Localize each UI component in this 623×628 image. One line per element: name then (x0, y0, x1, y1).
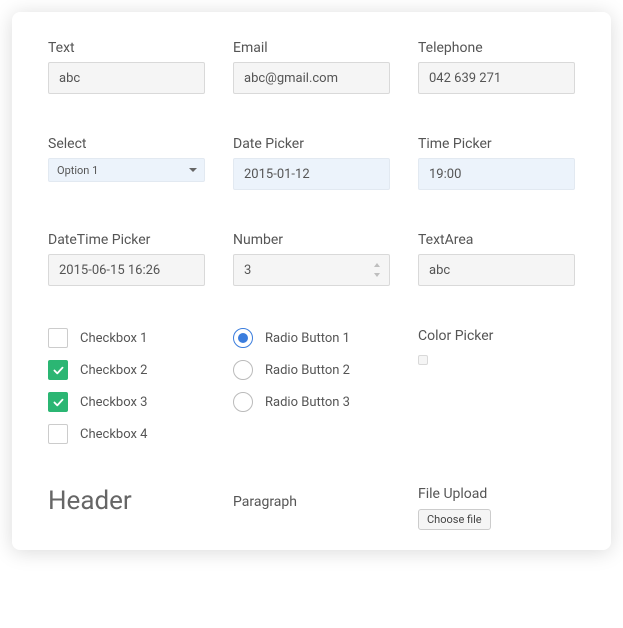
text-label: Text (48, 40, 205, 56)
datetime-picker-group: DateTime Picker (48, 232, 205, 286)
radio-circle[interactable] (233, 328, 253, 348)
checkbox-label: Checkbox 1 (80, 331, 147, 346)
checkbox-label: Checkbox 3 (80, 395, 147, 410)
radio-group: Radio Button 1 Radio Button 2 Radio Button… (233, 328, 390, 444)
time-picker-label: Time Picker (418, 136, 575, 152)
textarea-label: TextArea (418, 232, 575, 248)
row-5: Header Paragraph File Upload Choose file (48, 486, 575, 530)
radio-item-2[interactable]: Radio Button 2 (233, 360, 390, 380)
checkbox-label: Checkbox 2 (80, 363, 147, 378)
email-label: Email (233, 40, 390, 56)
date-picker-group: Date Picker (233, 136, 390, 190)
radio-item-1[interactable]: Radio Button 1 (233, 328, 390, 348)
radio-dot-icon (238, 333, 248, 343)
date-picker-label: Date Picker (233, 136, 390, 152)
time-picker-input[interactable] (418, 158, 575, 190)
row-4: Checkbox 1 Checkbox 2 Checkbox 3 Checkbox 4… (48, 328, 575, 444)
checkbox-box[interactable] (48, 424, 68, 444)
header-group: Header (48, 486, 205, 530)
checkbox-item-3[interactable]: Checkbox 3 (48, 392, 205, 412)
checkbox-label: Checkbox 4 (80, 427, 147, 442)
time-picker-group: Time Picker (418, 136, 575, 190)
checkbox-item-4[interactable]: Checkbox 4 (48, 424, 205, 444)
file-upload-label: File Upload (418, 486, 575, 502)
textarea-field-group: TextArea (418, 232, 575, 286)
text-input[interactable] (48, 62, 205, 94)
select-label: Select (48, 136, 205, 152)
select-field-group: Select Option 1 (48, 136, 205, 190)
color-picker-label: Color Picker (418, 328, 575, 344)
row-1: Text Email Telephone (48, 40, 575, 94)
paragraph-group: Paragraph (233, 486, 390, 530)
row-2: Select Option 1 Date Picker Time Picker (48, 136, 575, 190)
paragraph-text: Paragraph (233, 494, 390, 510)
color-picker-input[interactable] (418, 355, 428, 365)
header-text: Header (48, 486, 205, 516)
text-field-group: Text (48, 40, 205, 94)
checkbox-item-1[interactable]: Checkbox 1 (48, 328, 205, 348)
telephone-input[interactable] (418, 62, 575, 94)
checkbox-box[interactable] (48, 360, 68, 380)
color-picker-group: Color Picker (418, 328, 575, 444)
number-spinner-icon[interactable] (374, 263, 382, 277)
date-picker-input[interactable] (233, 158, 390, 190)
telephone-label: Telephone (418, 40, 575, 56)
datetime-picker-label: DateTime Picker (48, 232, 205, 248)
checkbox-box[interactable] (48, 392, 68, 412)
datetime-picker-input[interactable] (48, 254, 205, 286)
file-upload-group: File Upload Choose file (418, 486, 575, 530)
form-card: Text Email Telephone Select Option 1 Dat… (12, 12, 611, 550)
row-3: DateTime Picker Number TextArea (48, 232, 575, 286)
radio-label: Radio Button 1 (265, 331, 350, 346)
check-icon (52, 396, 65, 409)
number-label: Number (233, 232, 390, 248)
file-upload-button[interactable]: Choose file (418, 509, 491, 530)
check-icon (52, 364, 65, 377)
radio-label: Radio Button 2 (265, 363, 350, 378)
radio-circle[interactable] (233, 392, 253, 412)
checkbox-item-2[interactable]: Checkbox 2 (48, 360, 205, 380)
textarea-input[interactable] (418, 254, 575, 286)
checkbox-group: Checkbox 1 Checkbox 2 Checkbox 3 Checkbox 4 (48, 328, 205, 444)
radio-circle[interactable] (233, 360, 253, 380)
email-input[interactable] (233, 62, 390, 94)
email-field-group: Email (233, 40, 390, 94)
checkbox-box[interactable] (48, 328, 68, 348)
number-field-group: Number (233, 232, 390, 286)
radio-item-3[interactable]: Radio Button 3 (233, 392, 390, 412)
radio-label: Radio Button 3 (265, 395, 350, 410)
select-input[interactable]: Option 1 (48, 158, 205, 182)
number-input[interactable] (233, 254, 390, 286)
telephone-field-group: Telephone (418, 40, 575, 94)
